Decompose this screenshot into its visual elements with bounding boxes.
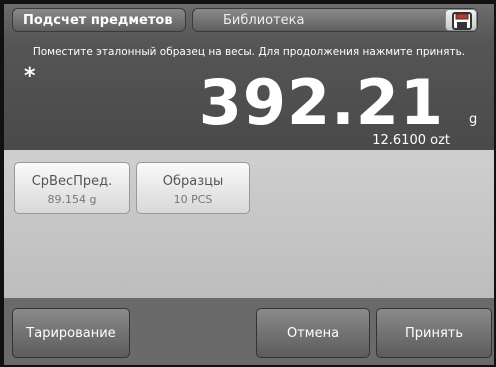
- secondary-reading: 12.6100 ozt: [372, 133, 450, 148]
- samples-title: Образцы: [162, 174, 224, 189]
- avg-piece-weight-value: 89.154 g: [47, 193, 97, 206]
- avg-piece-weight-button[interactable]: СрВесПред. 89.154 g: [14, 162, 130, 214]
- samples-button[interactable]: Образцы 10 PCS: [136, 162, 250, 214]
- action-bar: Тарирование Отмена Принять: [4, 298, 494, 365]
- scale-screen: Подсчет предметов Библиотека Поместите э…: [4, 4, 494, 365]
- weight-unit: g: [469, 112, 478, 127]
- avg-piece-weight-title: СрВесПред.: [31, 174, 113, 189]
- save-floppy-icon: [452, 12, 472, 30]
- mode-button[interactable]: Подсчет предметов: [12, 8, 186, 32]
- instruction-text: Поместите эталонный образец на весы. Для…: [32, 46, 466, 58]
- stability-indicator: *: [24, 64, 36, 89]
- cancel-button[interactable]: Отмена: [256, 308, 370, 358]
- save-button[interactable]: [445, 9, 477, 31]
- accept-button[interactable]: Принять: [376, 308, 492, 358]
- device-frame: Подсчет предметов Библиотека Поместите э…: [0, 0, 496, 367]
- parameters-area: СрВесПред. 89.154 g Образцы 10 PCS: [4, 150, 494, 298]
- tare-button[interactable]: Тарирование: [12, 308, 130, 358]
- weight-value: 392.21: [198, 66, 444, 139]
- samples-value: 10 PCS: [173, 193, 213, 206]
- library-button[interactable]: Библиотека: [192, 8, 478, 32]
- weight-display-panel: Подсчет предметов Библиотека Поместите э…: [4, 4, 494, 150]
